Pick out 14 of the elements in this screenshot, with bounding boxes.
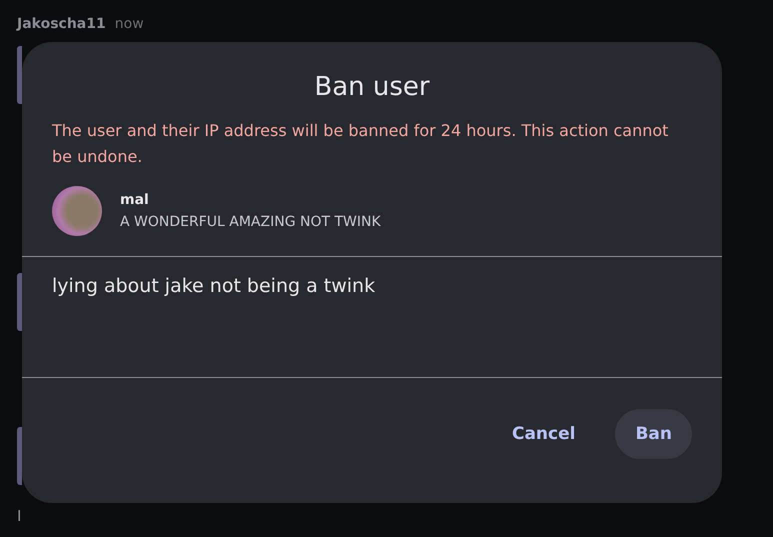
user-subtitle: A WONDERFUL AMAZING NOT TWINK [120,214,381,230]
dialog-title: Ban user [313,72,431,102]
message-bar [17,46,22,104]
message-bar [17,427,22,485]
warning-text: The user and their IP address will be banned for 24 hours. This action cannot be undone. [52,120,670,168]
message-bar [17,273,22,331]
user-name: mal [120,192,150,208]
reason-field[interactable]: lying about jake not being a twink [22,257,722,377]
ban-button[interactable]: Ban [615,409,692,459]
cancel-button[interactable]: Cancel [492,409,596,459]
avatar [52,186,102,236]
message-text: I [17,506,22,526]
username: Jakoscha11 [17,16,106,32]
timestamp: now [114,16,144,32]
